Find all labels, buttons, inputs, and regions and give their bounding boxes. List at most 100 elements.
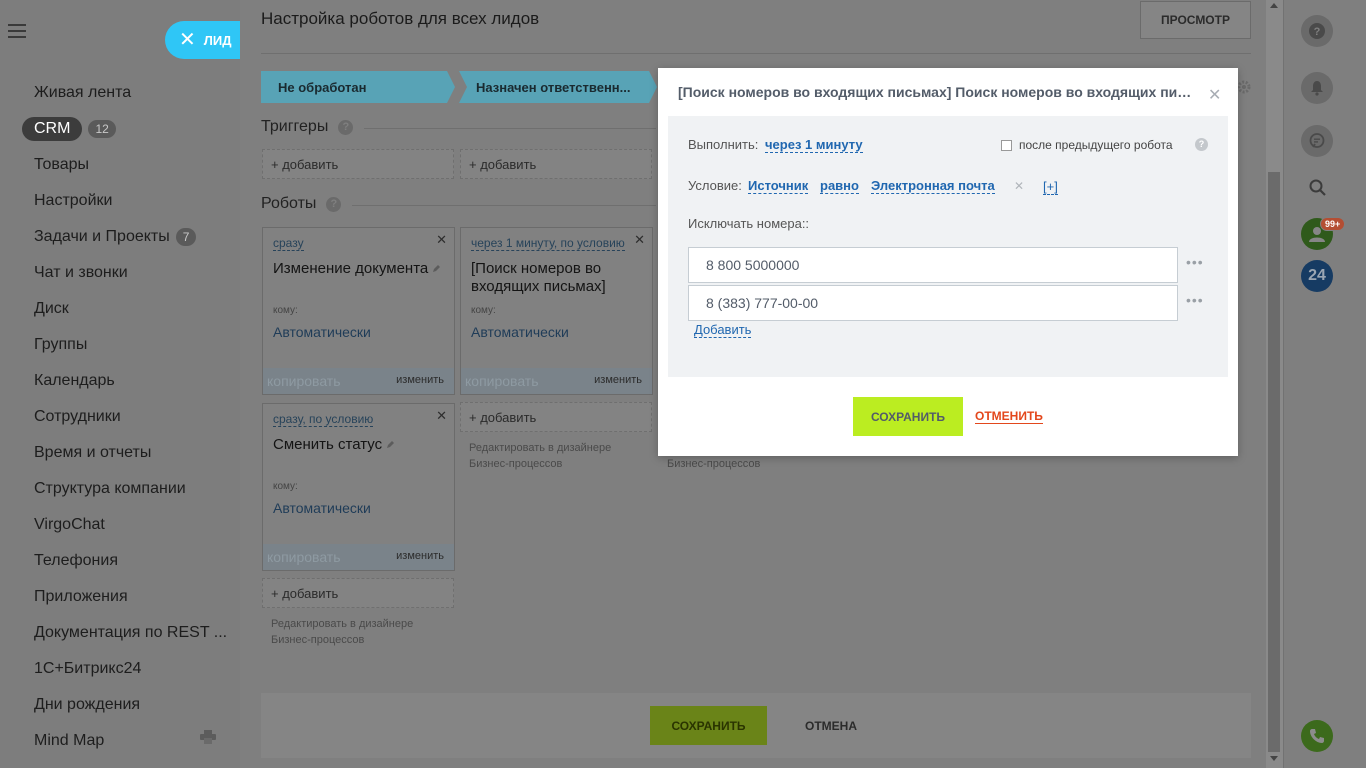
more-options-icon[interactable]: ••• [1186,292,1204,308]
after-previous-checkbox[interactable] [1001,140,1012,151]
sidebar-item-calendar[interactable]: Календарь [34,370,115,392]
divider [261,53,1251,54]
stage-not-processed[interactable]: Не обработан [261,71,455,103]
edit-robot-button[interactable]: изменить [396,550,444,562]
execute-label: Выполнить: [688,137,759,152]
robot-name-text: Сменить статус [273,436,383,453]
sidebar-item-mind-map[interactable]: Mind Map [34,730,104,752]
sidebar-item-chat[interactable]: Чат и звонки [34,262,128,284]
sidebar-item-time-reports[interactable]: Время и отчеты [34,442,151,464]
scrollbar[interactable] [1266,0,1283,768]
pencil-icon[interactable] [432,264,441,273]
robot-delay-link[interactable]: сразу [273,237,304,251]
call-button[interactable] [1301,720,1333,752]
robot-to-value[interactable]: Автоматически [273,500,371,516]
delete-icon[interactable]: ✕ [436,408,447,424]
sidebar-item-apps[interactable]: Приложения [34,586,128,608]
copy-robot-button[interactable]: копировать [267,549,341,565]
edit-robot-button[interactable]: изменить [396,374,444,386]
delete-icon[interactable]: ✕ [436,232,447,248]
close-slider-button[interactable]: ✕ ЛИД [165,21,240,59]
sidebar-item-label: VirgoChat [34,516,105,533]
preview-button[interactable]: ПРОСМОТР [1140,1,1251,39]
robot-delay-link[interactable]: сразу, по условию [273,413,374,427]
scrollbar-thumb[interactable] [1268,172,1280,752]
bitrix24-logo-button[interactable]: 24 [1301,260,1333,292]
stage-assigned[interactable]: Назначен ответственн... [459,71,657,103]
remove-condition-icon[interactable]: ✕ [1014,179,1024,193]
gear-icon[interactable] [1237,80,1251,94]
help-icon[interactable]: ? [326,196,342,212]
robot-name: Изменение документа [273,260,443,278]
copy-robot-button[interactable]: копировать [267,373,341,389]
dialog-save-button[interactable]: СОХРАНИТЬ [853,397,963,436]
printer-icon[interactable] [200,730,216,744]
robot-to-value[interactable]: Автоматически [471,324,569,340]
add-condition-button[interactable]: [+] [1043,179,1058,195]
designer-link[interactable]: Редактировать в дизайнере Бизнес-процесс… [469,440,639,472]
robot-card[interactable]: сразу ✕ Изменение документа кому: Автома… [262,227,455,395]
menu-icon[interactable] [8,24,26,38]
pencil-icon[interactable] [386,440,395,449]
sidebar-item-label: Чат и звонки [34,264,128,281]
sidebar-item-employees[interactable]: Сотрудники [34,406,121,428]
condition-operator-link[interactable]: равно [820,178,859,194]
chat-icon [1309,133,1325,148]
phone-input[interactable] [688,285,1178,321]
sidebar-item-birthdays[interactable]: Дни рождения [34,694,140,716]
edit-robot-button[interactable]: изменить [594,374,642,386]
sidebar-item-groups[interactable]: Группы [34,334,87,356]
robot-card[interactable]: сразу, по условию ✕ Сменить статус кому:… [262,403,455,571]
sidebar-item-disk[interactable]: Диск [34,298,69,320]
sidebar-item-label: Диск [34,300,69,317]
help-icon[interactable]: ? [1195,138,1208,151]
sidebar-item-settings[interactable]: Настройки [34,190,112,212]
robot-to-label: кому: [273,305,298,316]
help-button[interactable]: ? [1301,15,1333,47]
cancel-button[interactable]: ОТМЕНА [797,706,865,745]
sidebar-item-label: Настройки [34,192,113,209]
sidebar-item-crm[interactable]: CRM 12 [22,117,116,141]
sidebar-item-products[interactable]: Товары [34,154,89,176]
designer-link-line: Бизнес-процессов [667,458,761,470]
phone-input[interactable] [688,247,1178,283]
robot-card[interactable]: через 1 минуту, по условию ✕ [Поиск номе… [460,227,653,395]
sidebar-item-label: Приложения [34,588,128,605]
notifications-button[interactable] [1301,72,1333,104]
right-panel: ? 99+ 24 [1283,0,1366,768]
designer-link[interactable]: Редактировать в дизайнере Бизнес-процесс… [271,616,441,648]
designer-link[interactable]: Бизнес-процессов [667,456,837,472]
execute-delay-link[interactable]: через 1 минуту [765,137,863,153]
robot-delay-link[interactable]: через 1 минуту, по условию [471,237,625,251]
sidebar-item-live-feed[interactable]: Живая лента [34,82,131,104]
add-trigger-button[interactable]: + добавить [460,149,652,179]
help-icon[interactable]: ? [338,119,354,135]
more-options-icon[interactable]: ••• [1186,254,1204,270]
close-icon[interactable]: ✕ [1208,85,1221,105]
search-button[interactable] [1308,178,1328,198]
add-robot-button[interactable]: + добавить [262,578,454,608]
save-button[interactable]: СОХРАНИТЬ [650,706,767,745]
sidebar-item-rest-docs[interactable]: Документация по REST ... [34,622,227,644]
robots-section-title: Роботы ? [261,195,342,213]
sidebar-item-label: Группы [34,336,88,353]
add-trigger-button[interactable]: + добавить [262,149,454,179]
sidebar-item-company-structure[interactable]: Структура компании [34,478,186,500]
scroll-down-arrow[interactable] [1270,756,1278,761]
after-previous-label[interactable]: после предыдущего робота [1019,138,1173,152]
sidebar-item-virgochat[interactable]: VirgoChat [34,514,105,536]
delete-icon[interactable]: ✕ [634,232,645,248]
condition-field-link[interactable]: Источник [748,178,809,194]
sidebar-item-1c-bitrix[interactable]: 1С+Битрикс24 [34,658,141,680]
scroll-up-arrow[interactable] [1270,3,1278,8]
sidebar-item-label: Живая лента [34,84,132,101]
condition-value-link[interactable]: Электронная почта [871,178,995,194]
dialog-cancel-button[interactable]: ОТМЕНИТЬ [975,410,1043,424]
sidebar-item-tasks[interactable]: Задачи и Проекты 7 [34,226,197,248]
copy-robot-button[interactable]: копировать [465,373,539,389]
add-robot-button[interactable]: + добавить [460,402,652,432]
sidebar-item-telephony[interactable]: Телефония [34,550,118,572]
robot-to-value[interactable]: Автоматически [273,324,371,340]
add-phone-button[interactable]: Добавить [694,322,752,338]
messages-button[interactable] [1301,125,1333,157]
